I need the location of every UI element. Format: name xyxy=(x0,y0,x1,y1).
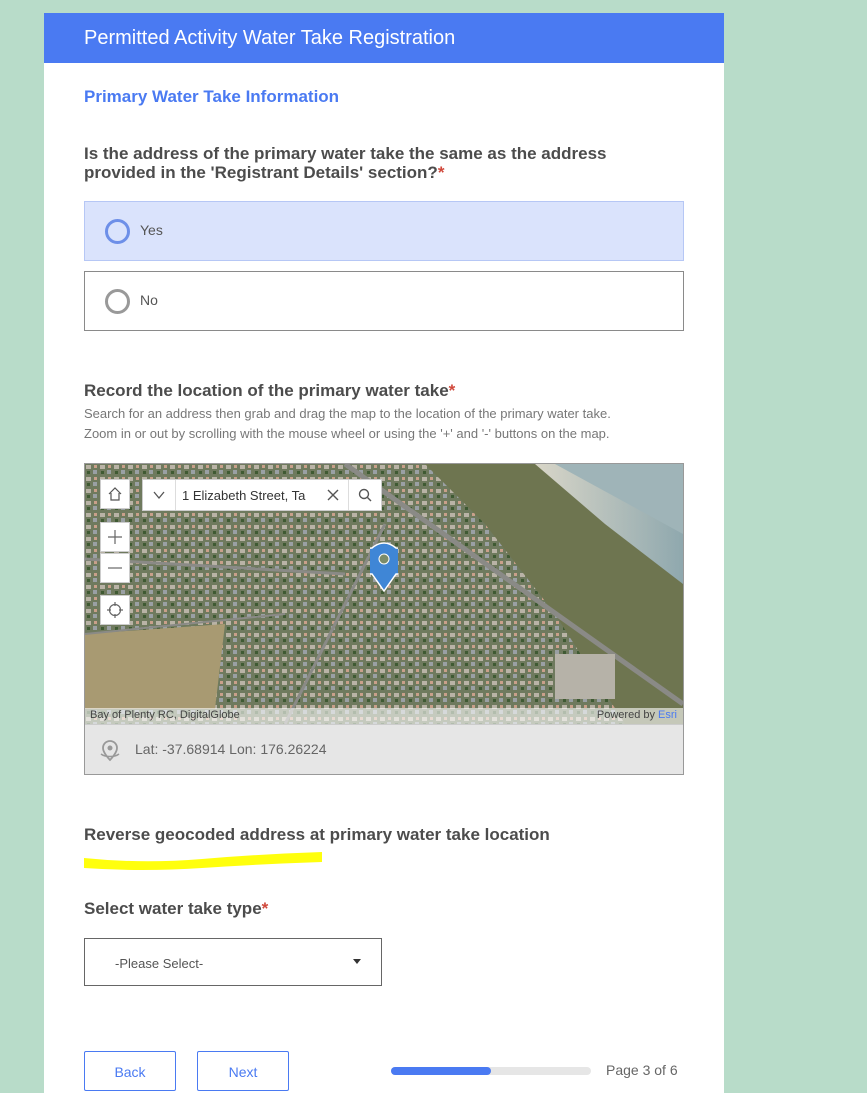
map-search[interactable] xyxy=(142,479,382,511)
coordinates-text: Lat: -37.68914 Lon: 176.26224 xyxy=(135,741,327,757)
attribution-source: Bay of Plenty RC, DigitalGlobe xyxy=(90,709,240,721)
radio-option-yes[interactable]: Yes xyxy=(84,201,684,261)
question-water-take-type: Select water take type* xyxy=(84,899,268,918)
powered-by-text: Powered by xyxy=(596,709,655,721)
location-description: Search for an address then grab and drag… xyxy=(84,404,611,444)
home-icon xyxy=(108,487,122,501)
esri-link[interactable]: Esri xyxy=(658,709,677,721)
question-line-2: provided in the 'Registrant Details' sec… xyxy=(84,163,438,182)
attribution-powered: Powered by Esri xyxy=(597,709,677,721)
map-widget[interactable]: Bay of Plenty RC, DigitalGlobe Powered b… xyxy=(84,463,684,775)
radio-label-yes: Yes xyxy=(140,222,163,238)
dropdown-icon xyxy=(153,491,165,499)
locate-icon xyxy=(107,602,123,618)
caret-down-icon xyxy=(353,959,361,964)
clear-icon xyxy=(327,489,339,501)
search-icon xyxy=(358,488,372,502)
zoom-in-button[interactable] xyxy=(100,522,130,552)
section-title: Primary Water Take Information xyxy=(84,87,340,106)
form-card: Permitted Activity Water Take Registrati… xyxy=(44,13,724,1093)
home-button[interactable] xyxy=(100,479,130,509)
location-icon xyxy=(100,740,120,762)
radio-label-no: No xyxy=(140,292,158,308)
location-description-line-2: Zoom in or out by scrolling with the mou… xyxy=(84,426,610,441)
question-location: Record the location of the primary water… xyxy=(84,381,455,400)
page-indicator: Page 3 of 6 xyxy=(606,1062,678,1078)
question-location-title: Record the location of the primary water… xyxy=(84,381,449,400)
next-button[interactable]: Next xyxy=(197,1051,289,1091)
radio-option-no[interactable]: No xyxy=(84,271,684,331)
progress-bar xyxy=(391,1067,591,1075)
radio-circle-icon xyxy=(105,219,130,244)
coordinate-bar: Lat: -37.68914 Lon: 176.26224 xyxy=(85,724,683,774)
water-take-type-select[interactable]: -Please Select- xyxy=(84,938,382,986)
water-take-type-title: Select water take type xyxy=(84,899,262,918)
map-attribution: Bay of Plenty RC, DigitalGlobe Powered b… xyxy=(85,708,683,724)
question-same-address: Is the address of the primary water take… xyxy=(84,144,607,182)
form-title: Permitted Activity Water Take Registrati… xyxy=(84,27,456,49)
locate-button[interactable] xyxy=(100,595,130,625)
form-header: Permitted Activity Water Take Registrati… xyxy=(44,13,724,63)
zoom-out-button[interactable] xyxy=(100,553,130,583)
map-pin-icon[interactable] xyxy=(370,542,398,592)
required-marker: * xyxy=(448,381,456,400)
question-line-1: Is the address of the primary water take… xyxy=(84,144,607,163)
progress-fill xyxy=(391,1067,491,1075)
clear-search-button[interactable] xyxy=(318,480,348,510)
search-dropdown-button[interactable] xyxy=(143,480,176,510)
search-button[interactable] xyxy=(348,480,381,510)
highlighter-mark xyxy=(84,852,322,870)
zoom-in-icon xyxy=(108,530,122,544)
radio-circle-icon xyxy=(105,289,130,314)
map-search-input[interactable] xyxy=(176,480,318,510)
location-description-line-1: Search for an address then grab and drag… xyxy=(84,406,611,421)
required-marker: * xyxy=(437,163,445,182)
back-button[interactable]: Back xyxy=(84,1051,176,1091)
required-marker: * xyxy=(261,899,269,918)
question-reverse-geocode: Reverse geocoded address at primary wate… xyxy=(84,825,550,844)
zoom-out-icon xyxy=(108,567,122,569)
select-value: -Please Select- xyxy=(115,956,204,971)
